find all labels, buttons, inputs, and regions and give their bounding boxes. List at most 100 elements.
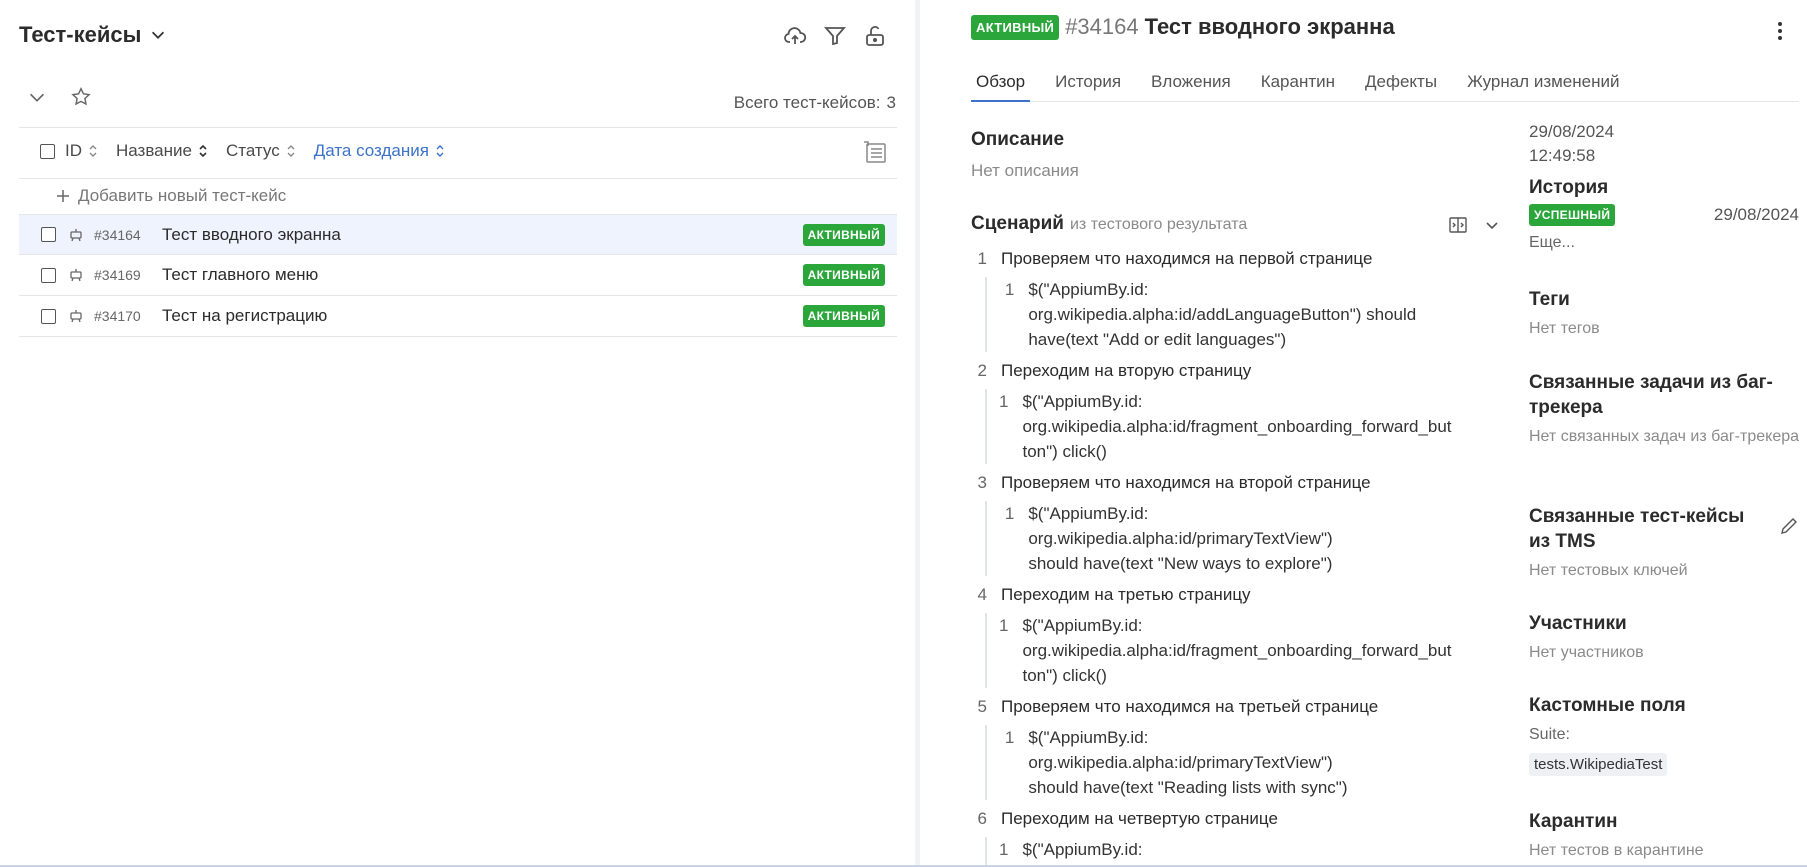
step-number: 6 [977, 809, 987, 828]
filter-icon[interactable] [823, 24, 847, 48]
status-badge: АКТИВНЫЙ [802, 264, 885, 286]
status-badge: АКТИВНЫЙ [971, 14, 1060, 40]
scenario-title: Сценарий [971, 213, 1064, 234]
row-checkbox[interactable] [41, 308, 56, 324]
collapse-chevron-icon[interactable] [26, 86, 48, 108]
column-name-label: Название [116, 141, 192, 160]
step-text: Переходим на третью страницу [1001, 585, 1251, 604]
divider [19, 178, 897, 179]
row-checkbox[interactable] [41, 227, 56, 242]
page-title: Тест-кейсы [19, 22, 142, 47]
table-row[interactable]: #34170 Тест на регистрацию АКТИВНЫЙ [19, 296, 897, 337]
row-name: Тест вводного экранна [162, 224, 341, 244]
unlock-icon[interactable] [863, 24, 887, 48]
robot-icon [70, 269, 82, 282]
custom-fields-heading: Кастомные поля [1529, 695, 1686, 716]
scenario-step: 6 Переходим на четвертую странице 1 $("App… [971, 806, 1452, 867]
scenario-step: 3 Проверяем что находимся на второй стран… [971, 470, 1431, 576]
total-label: Всего тест-кейсов: [733, 93, 881, 112]
column-id[interactable]: ID [65, 141, 98, 161]
step-text: Переходим на вторую страницу [1001, 361, 1252, 380]
row-checkbox[interactable] [41, 267, 56, 283]
scenario-step: 1 Проверяем что находимся на первой стран… [971, 246, 1431, 352]
sort-icon [89, 145, 97, 157]
sort-icon [199, 144, 207, 158]
test-case-details-panel: АКТИВНЫЙ #34164 Тест вводного экранна Об… [920, 0, 1807, 867]
issues-heading: Связанные задачи из баг-трекера [1529, 372, 1773, 418]
row-id: #34169 [94, 267, 141, 283]
members-empty: Нет участников [1529, 644, 1644, 661]
tab-attachments[interactable]: Вложения [1146, 68, 1236, 101]
step-number: 2 [977, 361, 987, 380]
substep-number: 1 [999, 392, 1009, 411]
total-count: Всего тест-кейсов: 3 [734, 93, 896, 113]
substep-code: $("AppiumBy.id: org.wikipedia.alpha:id/p… [1028, 504, 1333, 573]
scenario-step: 4 Переходим на третью страницу 1 $("Appium… [971, 582, 1452, 688]
step-number: 3 [977, 473, 987, 492]
history-status-badge[interactable]: УСПЕШНЫЙ [1529, 204, 1616, 226]
total-value: 3 [886, 93, 896, 112]
sort-icon [287, 145, 295, 157]
test-cases-title-dropdown[interactable]: Тест-кейсы [19, 22, 167, 48]
history-more-link[interactable]: Еще... [1529, 230, 1799, 255]
table-row[interactable]: #34164 Тест вводного экранна АКТИВНЫЙ [19, 214, 897, 255]
sort-icon [436, 145, 444, 157]
suite-chip: tests.WikipediaTest [1529, 753, 1668, 776]
edit-pencil-icon[interactable] [1779, 516, 1799, 536]
tab-changelog[interactable]: Журнал изменений [1462, 68, 1624, 101]
substep-code: $("AppiumBy.id: org.wikipedia.alpha:id/p… [1028, 728, 1348, 797]
scenario-source: из тестового результата [1069, 216, 1248, 233]
status-badge: АКТИВНЫЙ [802, 223, 885, 246]
substep-code: $("AppiumBy.id: org.wikipedia.alpha:id/f… [1022, 392, 1452, 461]
quarantine-empty: Нет тестов в карантине [1529, 842, 1704, 859]
substep-number: 1 [1004, 728, 1015, 747]
divider [19, 127, 897, 128]
row-name: Тест главного меню [162, 265, 319, 284]
substep-number: 1 [1004, 504, 1015, 523]
substep-number: 1 [999, 840, 1009, 859]
tab-overview[interactable]: Обзор [971, 68, 1031, 102]
robot-icon [70, 228, 82, 241]
tab-defects[interactable]: Дефекты [1360, 68, 1442, 101]
expand-steps-icon[interactable] [1448, 215, 1468, 235]
column-name[interactable]: Название [116, 141, 208, 161]
upload-cloud-icon[interactable] [783, 24, 807, 48]
select-all-checkbox[interactable] [40, 143, 55, 159]
substep-code: $("AppiumBy.id: org.wikipedia.alpha:id/f… [1022, 616, 1452, 685]
step-text: Проверяем что находимся на первой страни… [1001, 249, 1373, 268]
tags-heading: Теги [1529, 289, 1570, 310]
tab-history[interactable]: История [1050, 68, 1126, 101]
column-status[interactable]: Статус [226, 141, 296, 161]
step-number: 4 [977, 585, 987, 604]
quarantine-heading: Карантин [1529, 811, 1618, 832]
column-status-label: Статус [225, 141, 280, 160]
add-test-case-button[interactable]: Добавить новый тест-кейс [56, 186, 286, 206]
robot-icon [70, 310, 82, 323]
details-tabs: Обзор История Вложения Карантин Дефекты … [971, 68, 1799, 102]
table-row[interactable]: #34169 Тест главного меню АКТИВНЫЙ [19, 255, 897, 296]
chevron-down-icon[interactable] [1482, 215, 1502, 235]
row-name: Тест на регистрацию [162, 306, 328, 325]
history-date: 29/08/2024 [1713, 205, 1799, 224]
description-heading: Описание [971, 129, 1065, 150]
scenario-step: 2 Переходим на вторую страницу 1 $("Appium… [971, 358, 1452, 464]
column-settings-icon[interactable] [863, 141, 889, 165]
column-created-date[interactable]: Дата создания [314, 141, 445, 161]
test-case-id: #34164 [1065, 14, 1139, 39]
step-text: Переходим на четвертую странице [1001, 809, 1278, 828]
step-text: Проверяем что находимся на третьей стран… [1001, 697, 1379, 716]
description-text: Нет описания [971, 161, 1079, 180]
tags-empty: Нет тегов [1529, 320, 1600, 337]
test-cases-panel: Тест-кейсы Всего тест-кейсов: 3 ID Назва… [0, 0, 915, 867]
substep-code: $("AppiumBy.id: org.wikipedia.alpha:id/f… [1022, 840, 1451, 867]
more-menu-icon[interactable] [1777, 20, 1783, 42]
row-id: #34164 [94, 226, 141, 243]
table-header: ID Название Статус Дата создания [40, 141, 463, 161]
star-icon[interactable] [70, 86, 92, 108]
status-badge: АКТИВНЫЙ [802, 305, 885, 327]
tab-quarantine[interactable]: Карантин [1256, 68, 1340, 101]
row-id: #34170 [94, 308, 141, 324]
test-case-title: Тест вводного экранна [1144, 14, 1395, 39]
step-number: 5 [977, 697, 987, 716]
substep-number: 1 [1004, 280, 1015, 299]
